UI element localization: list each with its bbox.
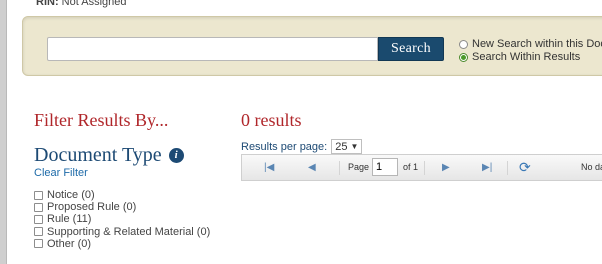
checkbox[interactable]	[34, 227, 43, 237]
radio-new-search[interactable]	[459, 39, 468, 49]
filter-label: Rule (11)	[47, 213, 92, 226]
checkbox[interactable]	[34, 239, 43, 249]
filter-item-notice[interactable]: Notice (0)	[34, 189, 210, 201]
filter-heading: Filter Results By...	[34, 110, 169, 130]
page-total-label: of 1	[403, 162, 419, 172]
results-count: 0 results	[241, 110, 302, 130]
checkbox[interactable]	[34, 214, 43, 224]
filter-item-proposed-rule[interactable]: Proposed Rule (0)	[34, 201, 210, 213]
rin-line: RIN: Not Assigned	[36, 0, 127, 8]
search-input[interactable]	[47, 37, 378, 61]
checkbox[interactable]	[34, 190, 43, 200]
filter-label: Supporting & Related Material (0)	[47, 225, 211, 238]
filter-item-rule[interactable]: Rule (11)	[34, 213, 210, 225]
document-type-heading: Document Type i	[34, 144, 184, 167]
filter-item-supporting-material[interactable]: Supporting & Related Material (0)	[34, 226, 210, 238]
rin-value: Not Assigned	[61, 0, 127, 8]
info-icon[interactable]: i	[168, 148, 184, 163]
no-data-label: No da	[581, 162, 602, 172]
document-type-title: Document Type	[34, 144, 162, 166]
pagination-toolbar: |◀ ◀ Page of 1 ▶ ▶| ⟳ No da	[241, 154, 602, 181]
last-page-icon[interactable]: ▶|	[482, 162, 492, 173]
radio-search-within-label: Search Within Results	[472, 51, 581, 63]
chevron-down-icon: ▼	[350, 142, 359, 151]
page-number-input[interactable]	[372, 158, 398, 176]
search-panel: Search New Search within this Docket Sea…	[22, 16, 602, 76]
first-page-icon[interactable]: |◀	[264, 162, 274, 173]
radio-new-search-label: New Search within this Docket	[472, 38, 602, 50]
radio-search-within[interactable]	[459, 52, 468, 62]
filter-label: Proposed Rule (0)	[47, 201, 137, 214]
toolbar-separator	[507, 161, 508, 175]
toolbar-separator	[424, 161, 425, 175]
rin-label: RIN:	[36, 0, 59, 8]
per-page-label: Results per page:	[241, 140, 328, 153]
next-page-icon[interactable]: ▶	[442, 162, 450, 173]
search-scope-new[interactable]: New Search within this Docket	[459, 38, 602, 50]
refresh-icon[interactable]: ⟳	[519, 159, 531, 176]
search-button[interactable]: Search	[378, 37, 444, 61]
document-type-filter-list: Notice (0) Proposed Rule (0) Rule (11) S…	[34, 189, 210, 250]
results-per-page: Results per page: 25 ▼	[241, 139, 363, 154]
filter-label: Other (0)	[47, 237, 92, 250]
clear-filter-link[interactable]: Clear Filter	[34, 167, 88, 179]
per-page-value: 25	[335, 140, 348, 153]
filter-label: Notice (0)	[47, 189, 95, 202]
filter-item-other[interactable]: Other (0)	[34, 238, 210, 250]
toolbar-separator	[339, 161, 340, 175]
left-border	[0, 0, 7, 264]
page-label: Page	[348, 162, 370, 172]
per-page-select[interactable]: 25 ▼	[331, 139, 363, 154]
search-scope-within[interactable]: Search Within Results	[459, 51, 580, 63]
checkbox[interactable]	[34, 202, 43, 212]
prev-page-icon[interactable]: ◀	[308, 162, 316, 173]
